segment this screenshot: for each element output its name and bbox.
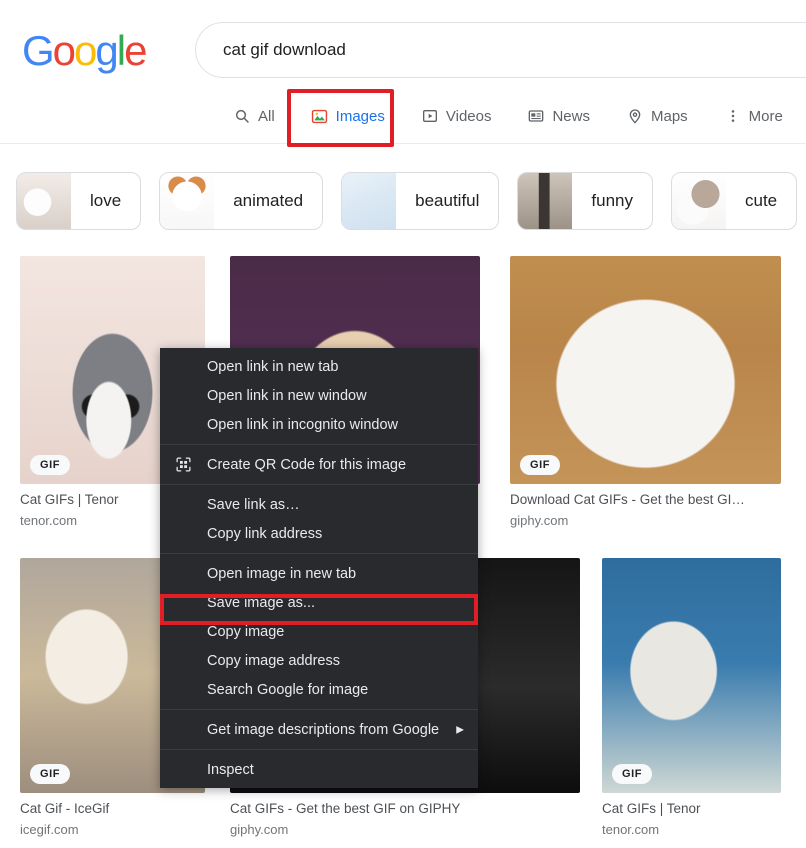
menu-item-copy-link-address[interactable]: Copy link address [160, 519, 478, 548]
image-result[interactable]: GIF Download Cat GIFs - Get the best GI…… [510, 256, 781, 529]
menu-separator [160, 444, 478, 445]
search-input[interactable]: cat gif download [196, 40, 346, 60]
chip-thumbnail [17, 173, 71, 229]
result-site: tenor.com [602, 822, 660, 837]
image-result[interactable]: GIF Cat GIFs | Tenor tenor.com [602, 558, 781, 838]
page-header: Google cat gif download [0, 0, 806, 88]
menu-item-copy-image[interactable]: Copy image [160, 617, 478, 646]
result-title[interactable]: Cat Gif - IceGif [20, 800, 205, 817]
tab-label: More [748, 107, 783, 125]
menu-item-open-link-new-tab[interactable]: Open link in new tab [160, 352, 478, 381]
logo-letter: l [116, 27, 126, 74]
google-logo[interactable]: Google [22, 27, 147, 74]
logo-letter: o [52, 27, 76, 74]
menu-item-label: Save image as... [207, 594, 315, 611]
logo-letter: o [74, 27, 97, 74]
tab-more[interactable]: More [706, 94, 801, 138]
chevron-right-icon: ▶ [456, 724, 464, 735]
tab-maps[interactable]: Maps [608, 94, 706, 138]
menu-item-copy-image-address[interactable]: Copy image address [160, 646, 478, 675]
gif-badge: GIF [30, 455, 71, 475]
tab-label: Maps [650, 107, 688, 125]
menu-item-get-image-descriptions[interactable]: Get image descriptions from Google ▶ [160, 715, 478, 744]
menu-separator [160, 484, 478, 485]
chip-love[interactable]: love [16, 172, 142, 230]
menu-item-label: Open link in new tab [207, 358, 339, 375]
menu-item-label: Open link in incognito window [207, 416, 399, 433]
search-box[interactable]: cat gif download [195, 22, 806, 78]
menu-item-open-link-incognito-window[interactable]: Open link in incognito window [160, 410, 478, 439]
result-site: giphy.com [230, 822, 289, 837]
menu-item-label: Save link as… [207, 496, 300, 513]
chip-animated[interactable]: animated [159, 172, 324, 230]
menu-separator [160, 553, 478, 554]
result-title[interactable]: Cat GIFs | Tenor [602, 800, 781, 817]
menu-item-create-qr-code[interactable]: Create QR Code for this image [160, 450, 478, 479]
result-site: icegif.com [20, 822, 79, 837]
search-tabs-bar: All Images Videos News Maps More [0, 88, 806, 144]
menu-item-save-link-as[interactable]: Save link as… [160, 490, 478, 519]
menu-item-label: Create QR Code for this image [207, 456, 407, 473]
logo-letter: G [22, 27, 55, 74]
gif-badge: GIF [30, 764, 71, 784]
result-title[interactable]: Download Cat GIFs - Get the best GI… [510, 491, 781, 508]
news-icon [527, 107, 545, 125]
menu-item-label: Copy image address [207, 652, 340, 669]
search-icon [233, 107, 251, 125]
menu-separator [160, 749, 478, 750]
google-images-search-page: Google cat gif download All Images Video… [0, 0, 806, 848]
more-icon [724, 107, 742, 125]
menu-item-label: Open link in new window [207, 387, 367, 404]
result-thumbnail[interactable]: GIF [510, 256, 781, 484]
menu-item-label: Copy link address [207, 525, 323, 542]
related-search-chips: love animated beautiful funny cute [0, 162, 806, 240]
tab-images[interactable]: Images [293, 94, 403, 138]
gif-badge: GIF [520, 455, 561, 475]
chip-label: funny [591, 191, 633, 210]
menu-item-label: Copy image [207, 623, 285, 640]
menu-item-label: Search Google for image [207, 681, 369, 698]
tab-label: All [258, 107, 275, 125]
search-tabs: All Images Videos News Maps More [215, 94, 801, 138]
chip-label: cute [745, 191, 778, 210]
tab-label: Videos [445, 107, 492, 125]
chip-thumbnail [518, 173, 573, 229]
chip-cute[interactable]: cute [671, 172, 798, 230]
menu-item-save-image-as[interactable]: Save image as... [160, 588, 478, 617]
chip-label: animated [233, 191, 304, 210]
video-icon [421, 107, 439, 125]
logo-letter: g [95, 27, 118, 74]
tab-news[interactable]: News [509, 94, 608, 138]
logo-letter: e [124, 27, 147, 74]
chip-label: love [90, 191, 122, 210]
chip-beautiful[interactable]: beautiful [341, 172, 500, 230]
result-title[interactable]: Cat GIFs - Get the best GIF on GIPHY [230, 800, 580, 817]
tab-videos[interactable]: Videos [403, 94, 510, 138]
menu-item-inspect[interactable]: Inspect [160, 755, 478, 784]
tab-label: News [552, 107, 590, 125]
tab-label: Images [335, 107, 385, 125]
chip-thumbnail [672, 173, 726, 229]
menu-item-open-image-new-tab[interactable]: Open image in new tab [160, 559, 478, 588]
gif-badge: GIF [612, 764, 653, 784]
qr-code-icon [174, 456, 192, 474]
menu-separator [160, 709, 478, 710]
menu-item-label: Get image descriptions from Google [207, 721, 440, 738]
context-menu: Open link in new tab Open link in new wi… [160, 348, 478, 788]
tab-all[interactable]: All [215, 94, 293, 138]
map-pin-icon [626, 107, 644, 125]
chip-thumbnail [342, 173, 397, 229]
menu-item-open-link-new-window[interactable]: Open link in new window [160, 381, 478, 410]
menu-item-search-google-for-image[interactable]: Search Google for image [160, 675, 478, 704]
chip-label: beautiful [415, 191, 480, 210]
image-icon [311, 107, 329, 125]
result-site: giphy.com [510, 513, 569, 528]
menu-item-label: Open image in new tab [207, 565, 357, 582]
menu-item-label: Inspect [207, 761, 254, 778]
result-thumbnail[interactable]: GIF [602, 558, 781, 793]
chip-funny[interactable]: funny [517, 172, 653, 230]
chip-thumbnail [160, 173, 215, 229]
